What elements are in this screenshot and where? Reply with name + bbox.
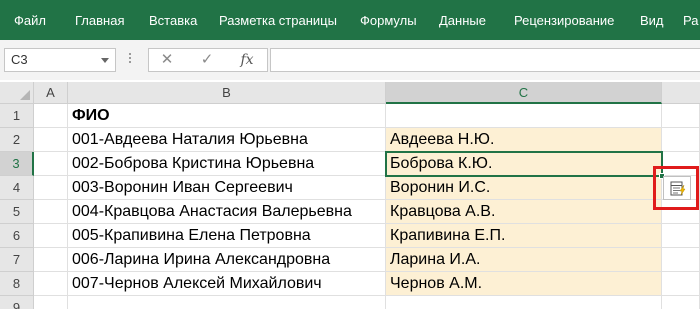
excel-window: Файл Главная Вставка Разметка страницы Ф… — [0, 0, 700, 309]
cell-a4[interactable] — [34, 176, 68, 200]
cell-d5[interactable] — [662, 200, 700, 224]
name-box-value: C3 — [11, 52, 28, 67]
cell-c5[interactable]: Кравцова А.В. — [386, 200, 662, 224]
cell-a3[interactable] — [34, 152, 68, 176]
flash-fill-options-icon — [670, 181, 686, 196]
cell-d3[interactable] — [662, 152, 700, 176]
insert-function-icon[interactable]: fx — [235, 51, 259, 69]
cell-a6[interactable] — [34, 224, 68, 248]
tab-developer-truncated[interactable]: Ра — [683, 13, 698, 28]
cell-d9[interactable] — [662, 296, 700, 309]
tab-home[interactable]: Главная — [75, 13, 124, 28]
name-box[interactable]: C3 — [4, 48, 116, 72]
row-header-4[interactable]: 4 — [0, 176, 34, 200]
cell-d2[interactable] — [662, 128, 700, 152]
cell-c2[interactable]: Авдеева Н.Ю. — [386, 128, 662, 152]
column-header-a[interactable]: A — [34, 82, 68, 104]
tab-review[interactable]: Рецензирование — [514, 13, 614, 28]
cell-b1[interactable]: ФИО — [68, 104, 386, 128]
formula-buttons: ✕ ✓ fx — [148, 48, 268, 72]
tab-formulas[interactable]: Формулы — [360, 13, 417, 28]
cell-a9[interactable] — [34, 296, 68, 309]
enter-icon[interactable]: ✓ — [195, 51, 219, 69]
cell-c6[interactable]: Крапивина Е.П. — [386, 224, 662, 248]
chevron-down-icon[interactable] — [101, 58, 109, 63]
ribbon-tab-bar: Файл Главная Вставка Разметка страницы Ф… — [0, 0, 700, 40]
cell-b6[interactable]: 005-Крапивина Елена Петровна — [68, 224, 386, 248]
flash-fill-options-button[interactable] — [663, 176, 691, 200]
cell-b3[interactable]: 002-Боброва Кристина Юрьевна — [68, 152, 386, 176]
cell-a7[interactable] — [34, 248, 68, 272]
column-header-d[interactable] — [662, 82, 700, 104]
tab-data[interactable]: Данные — [439, 13, 486, 28]
select-all-button[interactable] — [0, 82, 34, 104]
cancel-icon[interactable]: ✕ — [155, 51, 179, 69]
row-header-9[interactable]: 9 — [0, 296, 34, 309]
row-header-3[interactable]: 3 — [0, 152, 34, 176]
column-header-c[interactable]: C — [386, 82, 662, 104]
row-header-1[interactable]: 1 — [0, 104, 34, 128]
cell-a8[interactable] — [34, 272, 68, 296]
cell-c8[interactable]: Чернов А.М. — [386, 272, 662, 296]
row-header-7[interactable]: 7 — [0, 248, 34, 272]
cell-d1[interactable] — [662, 104, 700, 128]
cell-c4[interactable]: Воронин И.С. — [386, 176, 662, 200]
column-header-b[interactable]: B — [68, 82, 386, 104]
cell-c1[interactable] — [386, 104, 662, 128]
cell-b4[interactable]: 003-Воронин Иван Сергеевич — [68, 176, 386, 200]
formula-input[interactable] — [270, 48, 700, 72]
tab-file[interactable]: Файл — [14, 13, 46, 28]
tab-view[interactable]: Вид — [640, 13, 664, 28]
row-header-6[interactable]: 6 — [0, 224, 34, 248]
row-header-8[interactable]: 8 — [0, 272, 34, 296]
worksheet-grid: A B C 1 2 3 4 5 6 7 8 9 ФИО 001-Авдеева … — [0, 82, 700, 309]
row-header-2[interactable]: 2 — [0, 128, 34, 152]
formula-bar: C3 ✕ ✓ fx — [0, 40, 700, 80]
cell-c3[interactable]: Боброва К.Ю. — [386, 152, 662, 176]
cell-b8[interactable]: 007-Чернов Алексей Михайлович — [68, 272, 386, 296]
cell-c7[interactable]: Ларина И.А. — [386, 248, 662, 272]
cell-a5[interactable] — [34, 200, 68, 224]
cell-b2[interactable]: 001-Авдеева Наталия Юрьевна — [68, 128, 386, 152]
cell-d8[interactable] — [662, 272, 700, 296]
cell-d7[interactable] — [662, 248, 700, 272]
cell-b5[interactable]: 004-Кравцова Анастасия Валерьевна — [68, 200, 386, 224]
tab-insert[interactable]: Вставка — [149, 13, 197, 28]
cell-b7[interactable]: 006-Ларина Ирина Александровна — [68, 248, 386, 272]
cell-a2[interactable] — [34, 128, 68, 152]
cell-c9[interactable] — [386, 296, 662, 309]
row-header-5[interactable]: 5 — [0, 200, 34, 224]
resize-grip-icon[interactable] — [129, 53, 131, 67]
cell-a1[interactable] — [34, 104, 68, 128]
tab-page-layout[interactable]: Разметка страницы — [219, 13, 337, 28]
cell-b9[interactable] — [68, 296, 386, 309]
cell-d6[interactable] — [662, 224, 700, 248]
